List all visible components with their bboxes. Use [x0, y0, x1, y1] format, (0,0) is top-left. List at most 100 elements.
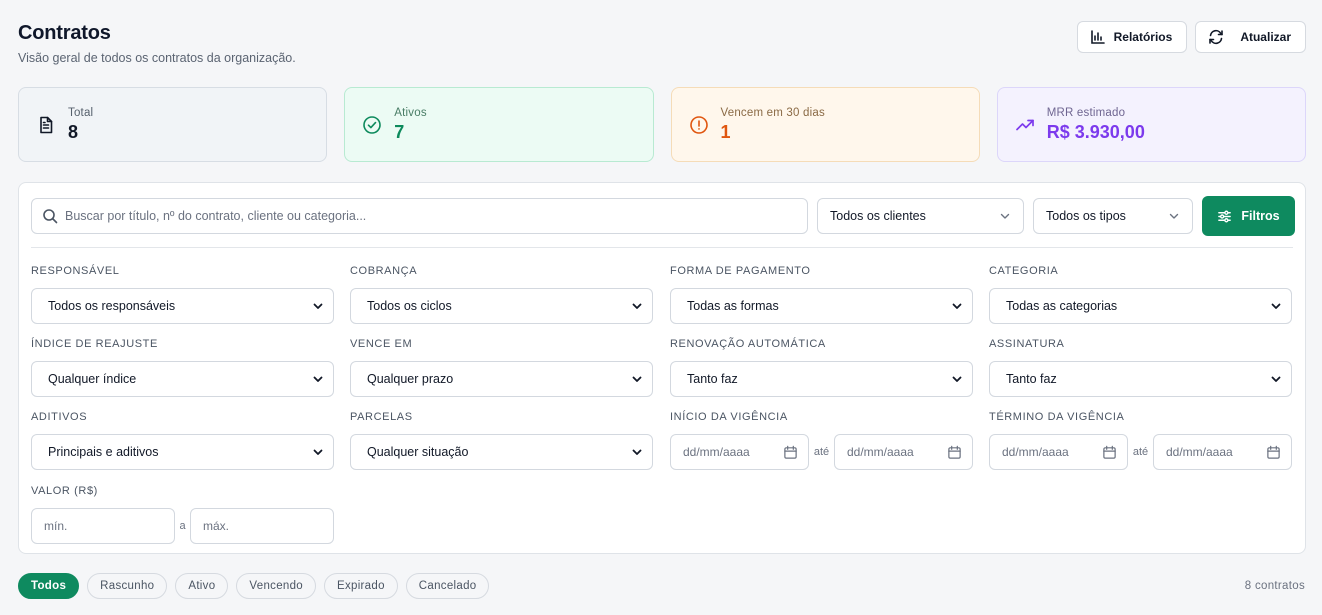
valor-max-input[interactable]: máx. [190, 508, 334, 544]
field-label: Aditivos [31, 411, 88, 423]
status-tabs: Todos Rascunho Ativo Vencendo Expirado C… [18, 573, 490, 599]
field-categoria: Categoria Todas as categorias [989, 265, 1292, 324]
status-tab-cancelado[interactable]: Cancelado [405, 573, 490, 599]
date-separator: até [813, 446, 830, 458]
field-assinatura: Assinatura Tanto faz [989, 338, 1292, 397]
field-label: Valor (R$) [31, 485, 98, 497]
divider [31, 247, 1293, 248]
indice-reajuste-select[interactable]: Qualquer índice [31, 361, 334, 397]
field-vence-em: Vence em Qualquer prazo [350, 338, 653, 397]
range-separator: a [179, 520, 186, 532]
clients-select-value: Todos os clientes [830, 209, 926, 223]
field-label: Início da vigência [670, 411, 788, 423]
select-value: Tanto faz [1006, 372, 1057, 386]
field-label: Parcelas [350, 411, 413, 423]
stats-row: Total 8 Ativos 7 Vencem em 30 dias 1 MRR… [18, 87, 1306, 162]
chevron-down-icon [1000, 213, 1010, 219]
field-valor: Valor (R$) mín. a máx. [31, 485, 334, 544]
valor-min-input[interactable]: mín. [31, 508, 175, 544]
date-range: dd/mm/aaaa até dd/mm/aaaa [670, 434, 973, 470]
stat-card-ativos: Ativos 7 [344, 87, 654, 162]
termino-to-date-input[interactable]: dd/mm/aaaa [1153, 434, 1292, 470]
chevron-down-icon [632, 449, 642, 455]
filters-panel: Todos os clientes Todos os tipos Filtros… [18, 182, 1306, 554]
status-tab-vencendo[interactable]: Vencendo [236, 573, 316, 599]
document-icon [40, 116, 53, 133]
chevron-down-icon [1271, 376, 1281, 382]
field-label: Índice de reajuste [31, 338, 158, 350]
stat-label: MRR estimado [1046, 106, 1126, 119]
select-value: Todos os responsáveis [48, 299, 176, 313]
refresh-button-label: Atualizar [1240, 30, 1291, 44]
categoria-select[interactable]: Todas as categorias [989, 288, 1292, 324]
field-label: Categoria [989, 265, 1059, 277]
check-circle-icon [363, 115, 382, 134]
reports-button-label: Relatórios [1113, 30, 1173, 44]
field-label: Vence em [350, 338, 413, 350]
stat-value: 7 [394, 121, 405, 142]
date-separator: até [1132, 446, 1149, 458]
assinatura-select[interactable]: Tanto faz [989, 361, 1292, 397]
chevron-down-icon [313, 376, 323, 382]
calendar-icon [1267, 445, 1280, 459]
search-box[interactable] [31, 198, 808, 234]
vence-em-select[interactable]: Qualquer prazo [350, 361, 653, 397]
calendar-icon [948, 445, 961, 459]
renovacao-select[interactable]: Tanto faz [670, 361, 973, 397]
reports-button[interactable]: Relatórios [1076, 21, 1188, 53]
page-title: Contratos [18, 22, 111, 44]
field-forma-pagamento: Forma de pagamento Todas as formas [670, 265, 973, 324]
page-header: Contratos Visão geral de todos os contra… [18, 22, 296, 65]
select-value: Qualquer prazo [367, 372, 454, 386]
chevron-down-icon [632, 303, 642, 309]
types-select[interactable]: Todos os tipos [1033, 198, 1193, 234]
date-placeholder: dd/mm/aaaa [847, 445, 914, 459]
types-select-value: Todos os tipos [1046, 209, 1126, 223]
refresh-icon [1209, 29, 1224, 45]
top-actions: Relatórios Atualizar [1076, 21, 1306, 53]
field-responsavel: Responsável Todos os responsáveis [31, 265, 334, 324]
select-value: Todas as categorias [1006, 299, 1118, 313]
select-value: Qualquer índice [48, 372, 137, 386]
trending-up-icon [1015, 119, 1034, 130]
search-input[interactable] [65, 209, 765, 223]
input-placeholder: máx. [203, 519, 230, 533]
stat-label: Total [68, 106, 94, 119]
field-label: Assinatura [989, 338, 1065, 350]
select-value: Todas as formas [687, 299, 779, 313]
aditivos-select[interactable]: Principais e aditivos [31, 434, 334, 470]
status-tab-expirado[interactable]: Expirado [323, 573, 398, 599]
chevron-down-icon [313, 449, 323, 455]
field-termino-vigencia: Término da vigência dd/mm/aaaa até dd/mm… [989, 411, 1292, 470]
field-inicio-vigencia: Início da vigência dd/mm/aaaa até dd/mm/… [670, 411, 973, 470]
inicio-to-date-input[interactable]: dd/mm/aaaa [834, 434, 973, 470]
status-tab-todos[interactable]: Todos [18, 573, 80, 599]
forma-pagamento-select[interactable]: Todas as formas [670, 288, 973, 324]
select-value: Qualquer situação [367, 445, 469, 459]
chevron-down-icon [952, 303, 962, 309]
parcelas-select[interactable]: Qualquer situação [350, 434, 653, 470]
field-label: Forma de pagamento [670, 265, 811, 277]
filters-button[interactable]: Filtros [1202, 196, 1295, 236]
inicio-from-date-input[interactable]: dd/mm/aaaa [670, 434, 809, 470]
stat-card-mrr: MRR estimado R$ 3.930,00 [996, 87, 1306, 162]
stat-label: Ativos [394, 106, 427, 119]
value-range: mín. a máx. [31, 508, 334, 544]
cobranca-select[interactable]: Todos os ciclos [350, 288, 653, 324]
bar-chart-icon [1090, 30, 1105, 44]
field-indice-reajuste: Índice de reajuste Qualquer índice [31, 338, 334, 397]
date-placeholder: dd/mm/aaaa [683, 445, 750, 459]
field-renovacao: Renovação automática Tanto faz [670, 338, 973, 397]
status-tab-ativo[interactable]: Ativo [175, 573, 229, 599]
status-tab-rascunho[interactable]: Rascunho [87, 573, 168, 599]
date-placeholder: dd/mm/aaaa [1166, 445, 1233, 459]
sliders-icon [1218, 210, 1232, 222]
calendar-icon [1103, 445, 1116, 459]
termino-from-date-input[interactable]: dd/mm/aaaa [989, 434, 1128, 470]
refresh-button[interactable]: Atualizar [1195, 21, 1306, 53]
contracts-count: 8 contratos [1244, 580, 1305, 592]
select-value: Tanto faz [687, 372, 738, 386]
responsavel-select[interactable]: Todos os responsáveis [31, 288, 334, 324]
field-label: Responsável [31, 265, 120, 277]
clients-select[interactable]: Todos os clientes [817, 198, 1024, 234]
